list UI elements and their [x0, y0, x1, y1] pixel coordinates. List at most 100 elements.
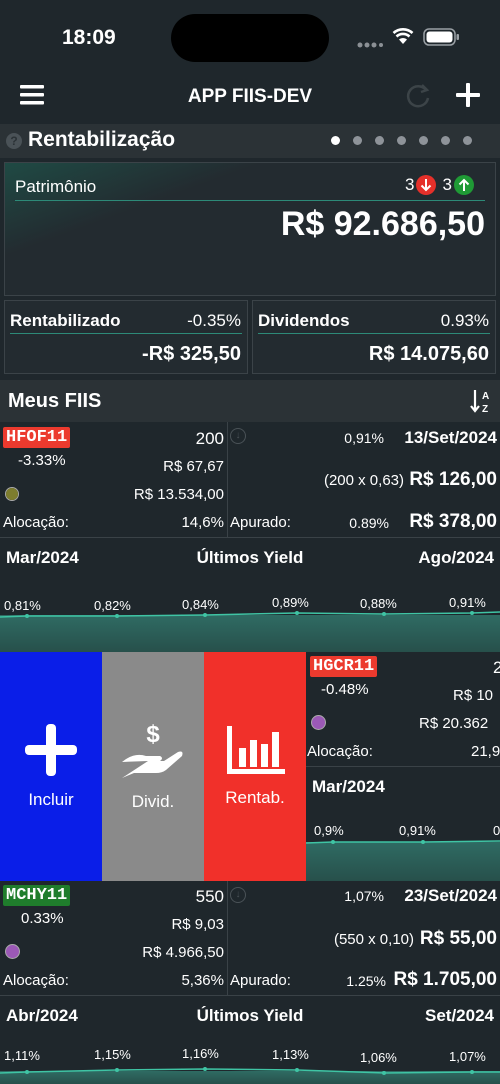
dividendos-value: R$ 14.075,60 [368, 343, 489, 365]
dividendos-pct: 0.93% [440, 311, 489, 330]
patrimonio-label: Patrimônio [15, 177, 97, 196]
change-pct: -0.48% [321, 681, 369, 698]
incluir-label: Incluir [28, 789, 74, 809]
change-pct: -3.33% [18, 452, 66, 469]
status-time: 18:09 [62, 26, 116, 49]
dividendos-card[interactable]: Dividendos 0.93% R$ 14.075,60 [252, 300, 496, 374]
yield-point-label: 0,84% [182, 597, 219, 612]
status-bar: 18:09 [0, 0, 500, 80]
apurado-value: R$ 1.705,00 [393, 969, 497, 990]
fii-row[interactable]: HFOF11 -3.33% 200 R$ 67,67 R$ 13.534,00 … [0, 422, 500, 652]
yield-point-label: 1,11% [4, 1048, 40, 1063]
dividend-date: 23/Set/2024 [404, 886, 497, 905]
info-down-icon[interactable]: ↓ [230, 428, 246, 444]
alloc-label: Alocação: [3, 514, 69, 531]
rentabilizado-card[interactable]: Rentabilizado -0.35% -R$ 325,50 [4, 300, 248, 374]
total-value: R$ 13.534,00 [133, 486, 224, 503]
yield-point-label: 0,91% [399, 823, 436, 838]
total-value: R$ 4.966,50 [142, 944, 224, 961]
chart-from-label: Mar/2024 [312, 777, 385, 796]
add-icon[interactable] [456, 83, 480, 112]
apurado-label: Apurado: [230, 514, 291, 531]
chart-to-label: Set/2024 [425, 1006, 494, 1025]
alloc-value: 21,9 [471, 743, 500, 760]
apurado-pct: 0.89% [349, 515, 389, 531]
page-dot[interactable] [375, 136, 384, 145]
column-divider [227, 881, 228, 995]
down-count: 3 [405, 175, 415, 194]
svg-text:A: A [482, 391, 489, 402]
dynamic-island [171, 14, 329, 62]
yield-point-label: 1,07% [449, 1049, 486, 1064]
fii-row[interactable]: MCHY11 0.33% 550 R$ 9,03 R$ 4.966,50 Alo… [0, 881, 500, 1084]
dividend-value: R$ 126,00 [409, 469, 497, 490]
plus-icon [25, 723, 77, 776]
patrimonio-card[interactable]: Patrimônio 3 3 R$ 92.686,50 [4, 162, 496, 296]
quantity: 550 [195, 887, 224, 906]
page-dot[interactable] [397, 136, 406, 145]
up-count: 3 [442, 175, 452, 194]
change-pct: 0.33% [21, 910, 64, 927]
divider [306, 766, 500, 767]
sort-icon[interactable]: AZ [470, 388, 494, 419]
svg-text:Z: Z [482, 404, 488, 414]
page-dot[interactable] [353, 136, 362, 145]
fii-row-swiped[interactable]: HGCR11 -0.48% 2 R$ 10 R$ 20.362 Alocação… [306, 652, 500, 881]
page-dot[interactable] [419, 136, 428, 145]
help-icon[interactable]: ? [6, 133, 22, 149]
rentabilizado-pct: -0.35% [187, 311, 241, 330]
dividend-calc: (550 x 0,10) [333, 931, 414, 948]
column-divider [227, 422, 228, 537]
alloc-label: Alocação: [307, 743, 373, 760]
battery-icon [423, 28, 460, 51]
apurado-value: R$ 378,00 [409, 511, 497, 532]
navigation-bar: APP FIIS-DEV [0, 80, 500, 124]
divider [0, 995, 500, 996]
yield-point-label: 0 [493, 823, 500, 838]
divider [15, 200, 485, 201]
yield-point-label: 0,89% [272, 595, 309, 610]
yield-point-label: 1,06% [360, 1050, 397, 1065]
svg-text:$: $ [146, 722, 160, 748]
alloc-value: 14,6% [181, 514, 224, 531]
page-dot[interactable] [331, 136, 340, 145]
meus-fiis-header: Meus FIIS AZ [0, 380, 500, 422]
price: R$ 10 [453, 687, 494, 704]
info-down-icon[interactable]: ↓ [230, 887, 246, 903]
ticker-badge: HGCR11 [310, 656, 378, 677]
yield-chart-line [0, 611, 500, 618]
dividendos-action-button[interactable]: $ Divid. [102, 652, 204, 881]
yield-point-label: 0,9% [314, 823, 344, 838]
total-value: R$ 20.362 [419, 715, 489, 732]
section-header: ? Rentabilização [0, 124, 500, 158]
yield-point-label: 1,15% [94, 1047, 131, 1062]
yield-pct: 1,07% [344, 888, 384, 904]
chart-to-label: Ago/2024 [418, 548, 494, 567]
yield-point-label: 0,88% [360, 596, 397, 611]
page-dot[interactable] [441, 136, 450, 145]
color-dot [5, 944, 20, 959]
quantity: 200 [195, 429, 224, 448]
rentab-action-button[interactable]: Rentab. [204, 652, 306, 881]
ticker-badge: MCHY11 [3, 885, 71, 906]
yield-point-label: 0,91% [449, 595, 486, 610]
hand-money-icon: $ [122, 722, 183, 778]
patrimonio-value: R$ 92.686,50 [280, 205, 485, 243]
yield-point-label: 0,82% [94, 598, 131, 613]
ticker-badge: HFOF11 [3, 427, 71, 448]
page-indicator[interactable] [331, 136, 472, 145]
divider [10, 333, 242, 334]
yield-point-label: 0,81% [4, 598, 41, 613]
dividend-value: R$ 55,00 [419, 928, 497, 949]
wifi-icon [392, 27, 414, 50]
incluir-action-button[interactable]: Incluir [0, 652, 102, 881]
price: R$ 67,67 [163, 458, 224, 475]
price: R$ 9,03 [171, 916, 224, 933]
meus-fiis-title: Meus FIIS [8, 390, 102, 412]
yield-point-label: 1,16% [182, 1046, 219, 1061]
yield-point-label: 1,13% [272, 1047, 309, 1062]
refresh-icon[interactable] [404, 82, 432, 115]
arrow-up-icon [453, 175, 474, 195]
page-dot[interactable] [463, 136, 472, 145]
apurado-pct: 1.25% [346, 973, 386, 989]
